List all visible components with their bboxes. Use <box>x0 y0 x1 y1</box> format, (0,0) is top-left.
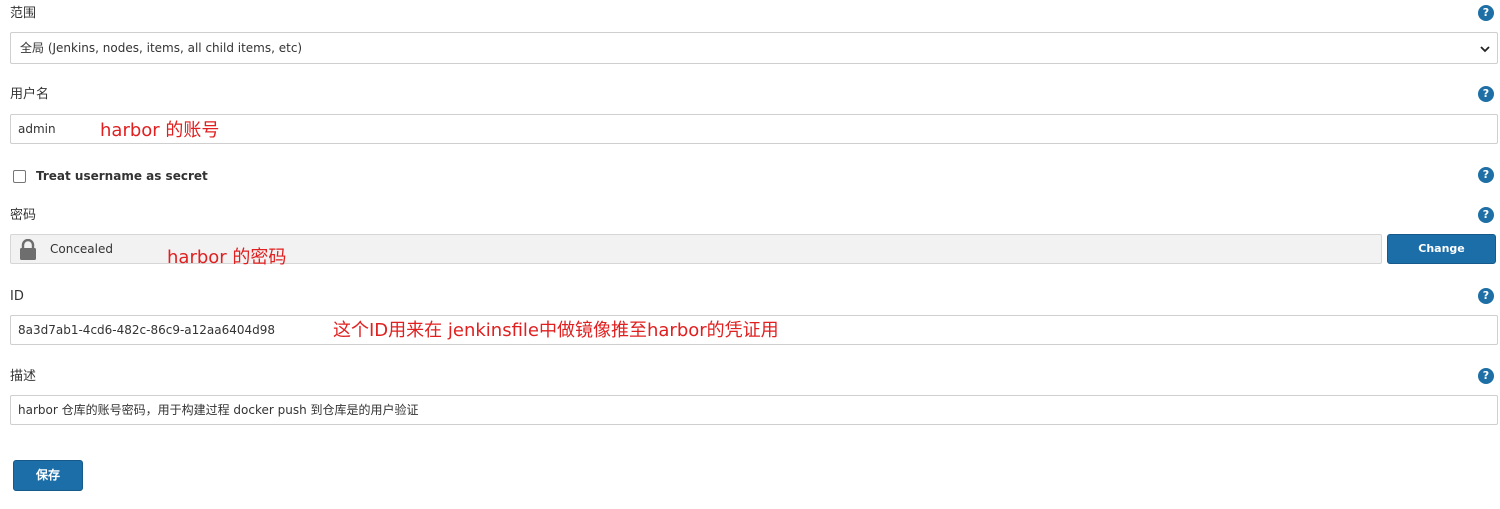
password-help-icon[interactable]: ? <box>1478 207 1494 223</box>
id-label: ID <box>10 289 24 304</box>
username-input[interactable]: admin <box>10 114 1498 144</box>
username-help-icon[interactable]: ? <box>1478 86 1494 102</box>
treat-username-secret-checkbox[interactable] <box>13 170 26 183</box>
treat-secret-help-icon[interactable]: ? <box>1478 167 1494 183</box>
username-label: 用户名 <box>10 87 50 102</box>
description-input[interactable]: harbor 仓库的账号密码，用于构建过程 docker push 到仓库是的用… <box>10 395 1498 425</box>
treat-username-secret-label: Treat username as secret <box>36 169 208 183</box>
id-annotation: 这个ID用来在 jenkinsfile中做镜像推至harbor的凭证用 <box>333 320 779 341</box>
lock-icon <box>19 238 37 261</box>
scope-label: 范围 <box>10 6 37 21</box>
description-value: harbor 仓库的账号密码，用于构建过程 docker push 到仓库是的用… <box>18 403 419 417</box>
credentials-form: 范围 ? 全局 (Jenkins, nodes, items, all chil… <box>0 0 1500 509</box>
change-password-button[interactable]: Change Password <box>1387 234 1496 283</box>
scope-select[interactable]: 全局 (Jenkins, nodes, items, all child ite… <box>10 32 1498 64</box>
password-annotation: harbor 的密码 <box>167 247 287 268</box>
scope-help-icon[interactable]: ? <box>1478 5 1494 21</box>
username-annotation: harbor 的账号 <box>100 120 220 141</box>
description-help-icon[interactable]: ? <box>1478 368 1494 384</box>
password-label: 密码 <box>10 208 37 223</box>
id-help-icon[interactable]: ? <box>1478 288 1494 304</box>
id-value: 8a3d7ab1-4cd6-482c-86c9-a12aa6404d98 <box>18 323 276 337</box>
description-label: 描述 <box>10 369 37 384</box>
password-concealed-text: Concealed <box>50 242 113 256</box>
save-button[interactable]: 保存 <box>13 460 83 491</box>
username-value: admin <box>18 122 56 136</box>
scope-selected-value: 全局 (Jenkins, nodes, items, all child ite… <box>20 41 303 55</box>
chevron-down-icon <box>1479 33 1491 63</box>
